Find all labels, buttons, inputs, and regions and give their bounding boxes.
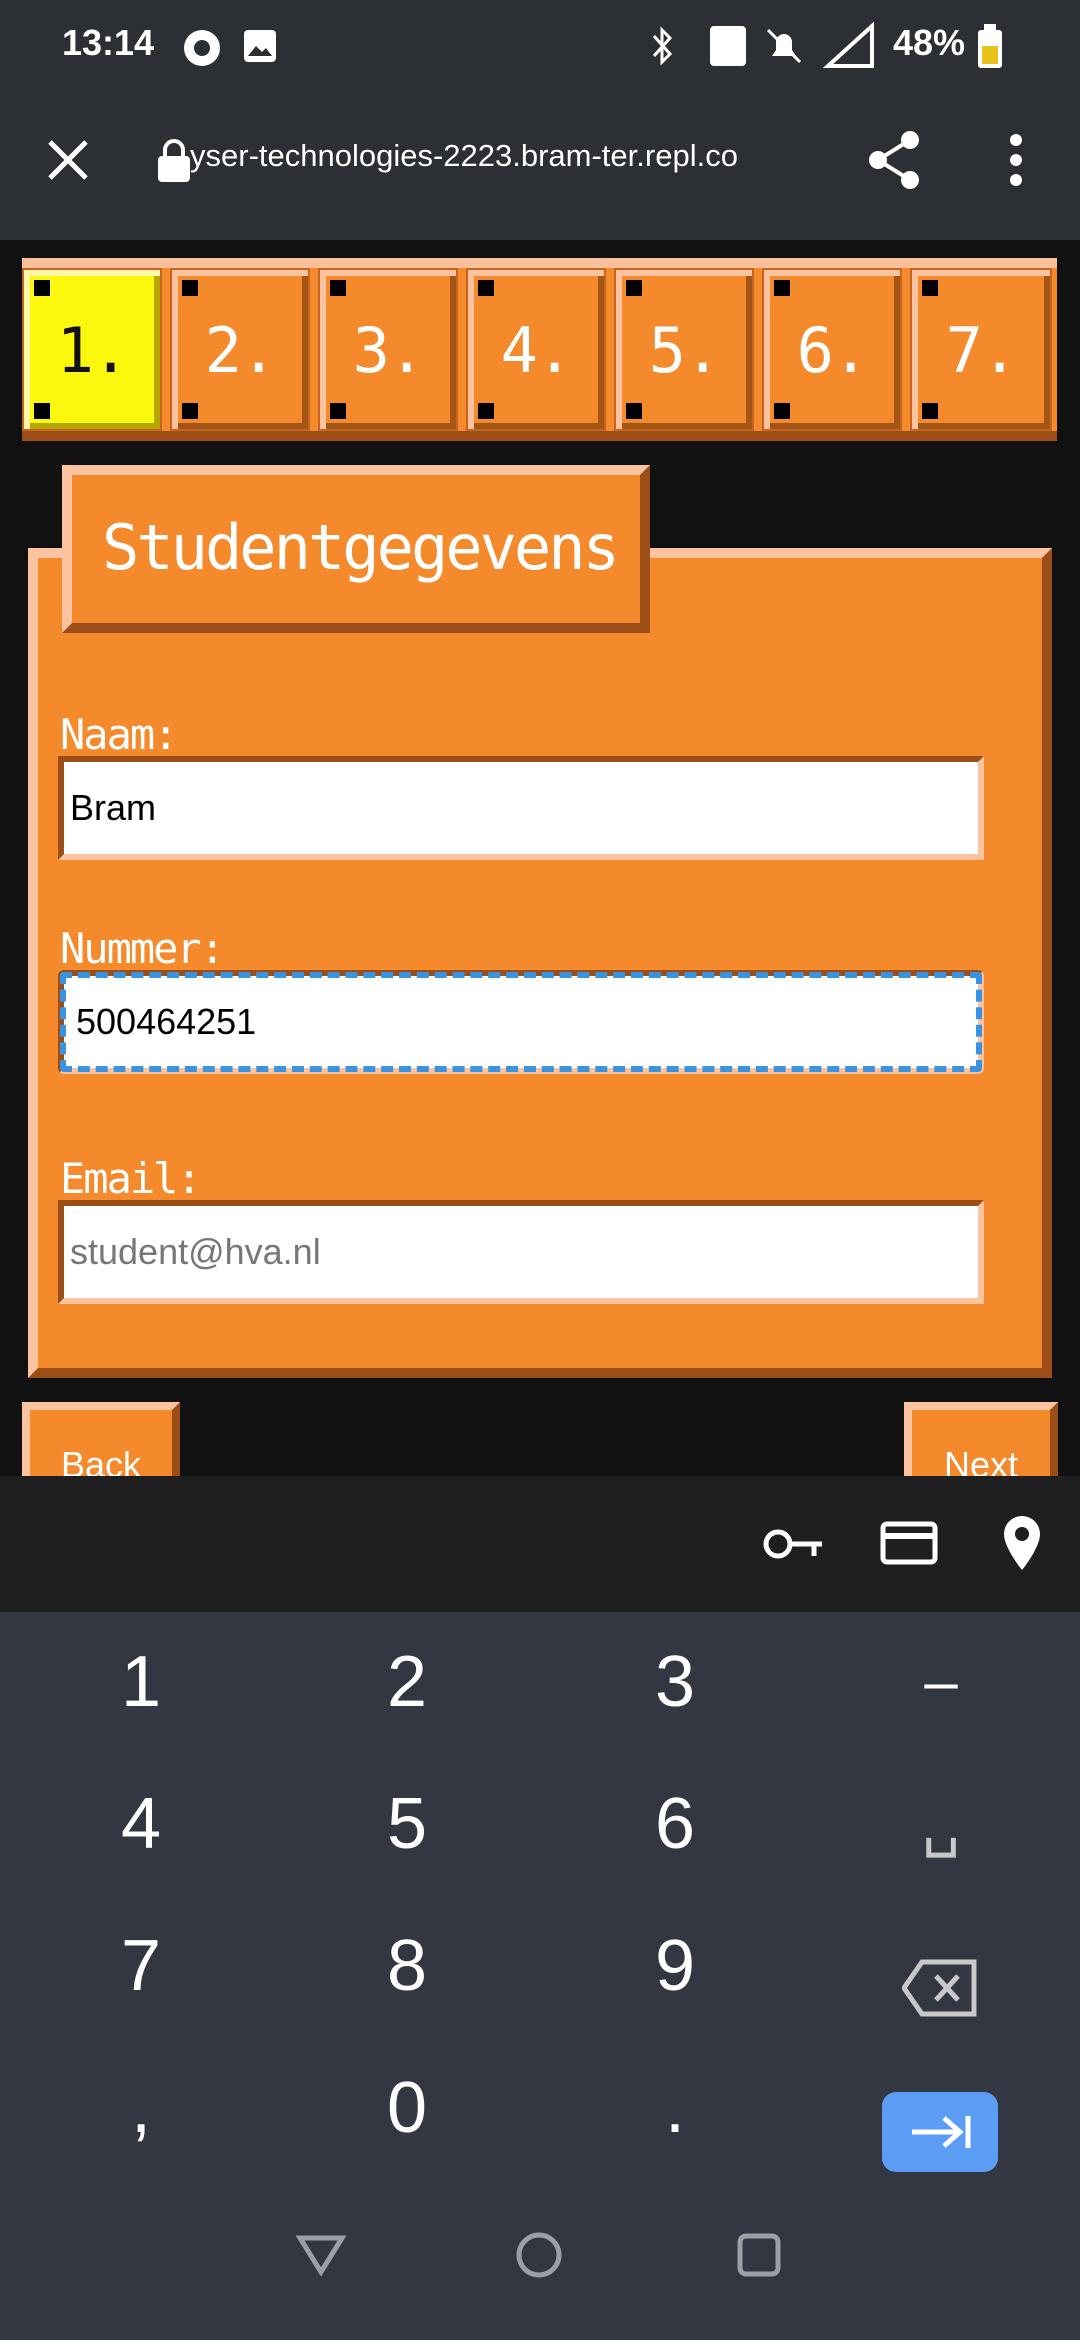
volte-icon: [710, 26, 746, 66]
form-title-box: Studentgegevens: [62, 465, 650, 633]
key-5[interactable]: 5: [272, 1754, 542, 1894]
headset-icon: [184, 30, 220, 66]
url-text[interactable]: уser-technologies-2223.bram-ter.repl.co: [190, 138, 738, 174]
name-label: Naam:: [60, 710, 178, 759]
browser-toolbar: уser-technologies-2223.bram-ter.repl.co: [0, 92, 1080, 240]
status-time: 13:14: [62, 22, 155, 63]
tab-corner: [922, 403, 938, 419]
key-1[interactable]: 1: [6, 1612, 276, 1752]
battery-icon: [978, 24, 1002, 68]
more-menu-icon[interactable]: [1006, 132, 1026, 188]
key-icon[interactable]: [762, 1520, 826, 1568]
location-pin-icon[interactable]: [1000, 1512, 1044, 1576]
next-field-key[interactable]: [882, 2092, 998, 2172]
tab-corner: [34, 280, 50, 296]
battery-percent: 48%: [893, 22, 966, 63]
backspace-icon[interactable]: [902, 1958, 978, 2018]
email-label: Email:: [60, 1154, 202, 1203]
key-8[interactable]: 8: [272, 1896, 542, 2036]
student-form-card: Naam: Nummer: Email:: [28, 548, 1052, 1378]
key-comma[interactable]: ,: [6, 2038, 276, 2178]
step-tab-3[interactable]: 3.: [318, 268, 458, 431]
tab-corner: [182, 280, 198, 296]
email-field[interactable]: [58, 1200, 984, 1304]
tab-corner: [34, 403, 50, 419]
key-9[interactable]: 9: [540, 1896, 810, 2036]
next-button-label: Next: [943, 1444, 1019, 1476]
number-label: Nummer:: [60, 924, 225, 973]
key-3[interactable]: 3: [540, 1612, 810, 1752]
step-tab-1[interactable]: 1.: [22, 268, 162, 431]
tab-corner: [774, 403, 790, 419]
tab-corner: [330, 403, 346, 419]
back-button[interactable]: Back: [22, 1402, 180, 1476]
card-icon[interactable]: [880, 1518, 938, 1566]
tab-corner: [330, 280, 346, 296]
back-button-label: Back: [60, 1444, 142, 1476]
system-nav-bar: [0, 2172, 1080, 2340]
key-4[interactable]: 4: [6, 1754, 276, 1894]
key-period[interactable]: .: [540, 2038, 810, 2178]
next-button[interactable]: Next: [904, 1402, 1058, 1476]
name-input[interactable]: [64, 762, 978, 854]
step-tab-label: 7.: [945, 314, 1019, 387]
web-page: 1. 2. 3. 4. 5. 6. 7. Naam: Bram Nummer: …: [0, 240, 1080, 1476]
step-tab-label: 3.: [352, 314, 426, 387]
step-tab-label: 6.: [796, 314, 870, 387]
back-triangle-icon[interactable]: [296, 2232, 346, 2276]
tab-corner: [478, 280, 494, 296]
step-tab-label: 1.: [56, 314, 130, 387]
tab-arrow-icon: [912, 2116, 971, 2148]
step-tab-4[interactable]: 4.: [466, 268, 606, 431]
tab-corner: [922, 280, 938, 296]
bluetooth-icon: [652, 26, 673, 66]
tab-corner: [626, 280, 642, 296]
autofill-bar: [0, 1476, 1080, 1612]
share-icon[interactable]: [866, 130, 922, 190]
key-minus[interactable]: –: [806, 1612, 1076, 1752]
close-icon[interactable]: [44, 136, 92, 184]
recents-icon[interactable]: [736, 2232, 782, 2278]
step-tab-6[interactable]: 6.: [762, 268, 902, 431]
signal-icon: [822, 22, 874, 68]
key-space[interactable]: ␣: [806, 1754, 1076, 1894]
tab-corner: [774, 280, 790, 296]
tab-corner: [626, 403, 642, 419]
key-0[interactable]: 0: [272, 2038, 542, 2178]
step-tab-2[interactable]: 2.: [170, 268, 310, 431]
number-field[interactable]: [58, 970, 984, 1074]
key-6[interactable]: 6: [540, 1754, 810, 1894]
tab-corner: [182, 403, 198, 419]
step-tab-label: 2.: [204, 314, 278, 387]
lock-icon: [158, 139, 190, 182]
form-title: Studentgegevens: [102, 511, 620, 584]
step-tab-7[interactable]: 7.: [910, 268, 1052, 431]
key-7[interactable]: 7: [6, 1896, 276, 2036]
step-tab-5[interactable]: 5.: [614, 268, 754, 431]
step-tab-label: 5.: [648, 314, 722, 387]
numeric-keyboard: 1 2 3 – 4 5 6 ␣ 7 8 9 , 0 .: [0, 1612, 1080, 2172]
bell-off-icon: [766, 28, 802, 64]
status-bar: 13:14 48%: [0, 0, 1080, 92]
number-input[interactable]: [64, 976, 978, 1068]
tab-corner: [478, 403, 494, 419]
key-2[interactable]: 2: [272, 1612, 542, 1752]
home-icon[interactable]: [514, 2230, 564, 2280]
image-icon: [244, 30, 276, 62]
name-field[interactable]: [58, 756, 984, 860]
email-input[interactable]: [64, 1206, 978, 1298]
step-tab-label: 4.: [500, 314, 574, 387]
step-tabs: 1. 2. 3. 4. 5. 6. 7.: [22, 258, 1057, 441]
